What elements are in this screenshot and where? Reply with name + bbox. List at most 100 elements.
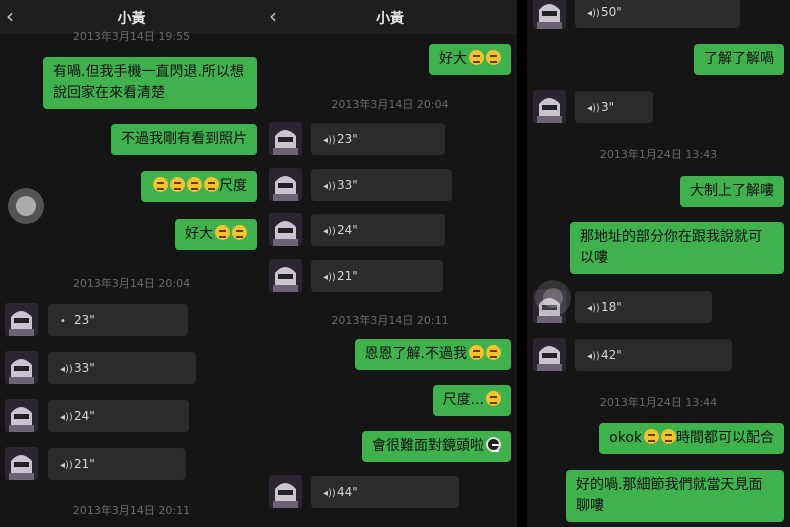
sent-message[interactable]: 尺度 [141,171,257,202]
grimace-emoji-icon [486,345,501,360]
sent-message[interactable]: 尺度... [432,385,511,416]
grimace-emoji-icon [469,345,484,360]
grimace-emoji-icon [644,429,659,444]
sent-message[interactable]: 好的喎.那細節我們就當天見面聊嘍 [566,470,784,522]
voice-duration: 21" [337,269,358,283]
masked-character-avatar-icon [533,90,566,123]
voice-wave-icon: ◂)) [323,488,336,499]
timestamp: 2013年3月14日 20:04 [72,277,191,290]
voice-wave-icon: ◂)) [60,364,73,375]
grimace-emoji-icon [187,177,202,192]
voice-wave-icon: ◂)) [587,303,600,314]
voice-wave-icon: ◂)) [60,460,73,471]
timestamp: 2013年3月14日 19:55 [72,30,191,43]
voice-duration: 3" [601,100,615,114]
contact-avatar[interactable] [269,259,302,292]
voice-wave-icon: ◂)) [323,272,336,283]
contact-avatar[interactable] [533,338,566,371]
voice-duration: 44" [337,485,358,499]
panel-divider [517,0,527,527]
voice-duration: 33" [74,361,95,375]
voice-message[interactable]: ◂))24" [311,214,445,246]
grimace-emoji-icon [486,391,501,406]
sent-message[interactable]: 有喎.但我手機一直閃退.所以想說回家在來看清楚 [43,57,257,109]
sent-message[interactable]: 了解了解喎 [694,44,784,75]
message-text: okok [609,430,642,446]
sent-message[interactable]: 好大 [175,219,257,250]
voice-wave-icon: ◂)) [323,181,336,192]
voice-wave-icon: ◂)) [587,103,600,114]
voice-duration: 18" [601,300,622,314]
contact-avatar[interactable] [533,90,566,123]
message-text: 恩恩了解.不過我 [364,346,467,362]
timestamp: 2013年1月24日 13:44 [599,396,718,409]
masked-character-avatar-icon [269,122,302,155]
masked-face-emoji-icon [486,437,501,452]
sent-message[interactable]: 恩恩了解.不過我 [354,339,511,370]
sent-message[interactable]: 那地址的部分你在跟我說就可以嘍 [570,222,784,274]
grimace-emoji-icon [215,225,230,240]
voice-message[interactable]: ◂))24" [48,400,189,432]
voice-message[interactable]: ◂))21" [48,448,186,480]
grimace-emoji-icon [153,177,168,192]
sent-message[interactable]: okok 時間都可以配合 [599,423,784,454]
voice-duration: 23" [337,132,358,146]
chat-panel-3: ◂))50" 了解了解喎 ◂))3" 2013年1月24日 13:43 大制上了… [527,0,790,527]
timestamp: 2013年3月14日 20:11 [72,504,191,517]
voice-wave-icon: ◂)) [60,412,73,423]
contact-name: 小黃 [376,11,404,27]
contact-avatar[interactable] [269,213,302,246]
timestamp: 2013年1月24日 13:43 [599,148,718,161]
voice-message[interactable]: ◂))23" [311,123,445,155]
voice-wave-icon: ◂)) [587,8,600,19]
sent-message[interactable]: 好大 [429,44,511,75]
grimace-emoji-icon [469,50,484,65]
sent-message[interactable]: 大制上了解嘍 [680,176,784,207]
contact-avatar[interactable] [533,0,566,29]
voice-message[interactable]: ◂))3" [575,91,653,123]
contact-avatar[interactable] [269,122,302,155]
contact-avatar[interactable] [269,475,302,508]
contact-name: 小黃 [117,11,146,27]
voice-message[interactable]: ◂))18" [575,291,712,323]
masked-character-avatar-icon [5,303,38,336]
masked-character-avatar-icon [5,399,38,432]
voice-message[interactable]: ◂))50" [575,0,740,28]
message-text: 好大 [185,226,213,242]
voice-duration: 23" [74,313,95,327]
voice-message[interactable]: ◂))33" [48,352,196,384]
grimace-emoji-icon [170,177,185,192]
floating-assistive-button[interactable] [8,188,44,224]
voice-message[interactable]: ◂))44" [311,476,459,508]
voice-message[interactable]: ◂))42" [575,339,732,371]
contact-avatar[interactable] [5,303,38,336]
voice-message[interactable]: • 23" [48,304,188,336]
floating-assistive-button[interactable] [535,280,571,316]
grimace-emoji-icon [204,177,219,192]
masked-character-avatar-icon [269,259,302,292]
voice-duration: 42" [601,348,622,362]
masked-character-avatar-icon [269,475,302,508]
message-text: 尺度 [219,178,247,194]
masked-character-avatar-icon [533,338,566,371]
message-text: 尺度... [442,392,484,408]
voice-duration: 50" [601,5,622,19]
message-text: 時間都可以配合 [676,430,774,446]
contact-avatar[interactable] [269,168,302,201]
contact-avatar[interactable] [5,399,38,432]
grimace-emoji-icon [661,429,676,444]
sent-message[interactable]: 不過我剛有看到照片 [111,124,257,155]
masked-character-avatar-icon [269,168,302,201]
voice-message[interactable]: ◂))33" [311,169,452,201]
grimace-emoji-icon [486,50,501,65]
grimace-emoji-icon [232,225,247,240]
masked-character-avatar-icon [533,0,566,29]
voice-duration: 33" [337,178,358,192]
voice-duration: 24" [74,409,95,423]
contact-avatar[interactable] [5,351,38,384]
voice-wave-icon: ◂)) [323,226,336,237]
contact-avatar[interactable] [5,447,38,480]
voice-message[interactable]: ◂))21" [311,260,443,292]
masked-character-avatar-icon [269,213,302,246]
sent-message[interactable]: 會很難面對鏡頭啦 [362,431,511,462]
